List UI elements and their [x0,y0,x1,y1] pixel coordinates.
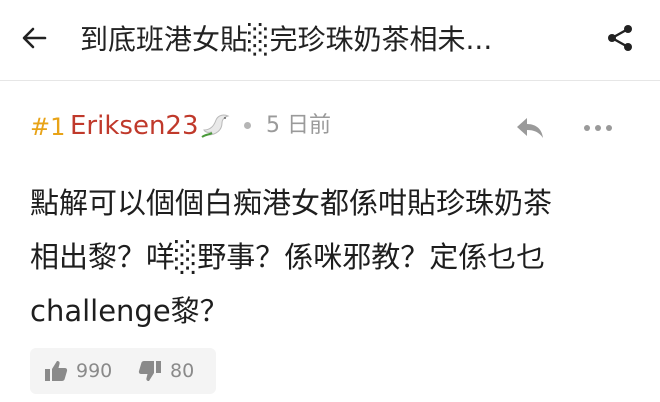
more-button[interactable] [578,110,618,146]
downvote-button[interactable]: 80 [138,354,194,388]
share-button[interactable] [600,18,640,58]
post-time: 5 日前 [266,113,331,138]
back-button[interactable] [14,18,54,58]
reply-icon [517,118,543,138]
share-icon [608,25,632,51]
post-content: 點解可以個個白痴港女都係咁貼珍珠奶茶 相出黎？咩░野事？係咪邪教？定係乜乜 ch… [30,176,630,338]
floor-number: #1 [30,113,66,141]
thumbs-up-icon [45,361,68,381]
post-line: 相出黎？咩░野事？係咪邪教？定係乜乜 [30,240,546,274]
thread-title: 到底班港女貼░完珍珠奶茶相未... [80,23,493,56]
top-bar: 到底班港女貼░完珍珠奶茶相未... [0,0,660,81]
downvote-count: 80 [170,360,195,382]
post-meta: #1 Eriksen23 5 日前 [0,100,660,152]
vote-bar: 990 80 [30,348,216,394]
separator-dot [244,122,251,129]
post-line: 點解可以個個白痴港女都係咁貼珍珠奶茶 [30,186,553,220]
upvote-button[interactable]: 990 [44,354,112,388]
arrow-left-icon [22,27,47,49]
username-link[interactable]: Eriksen23 [70,110,199,142]
thumbs-down-icon [138,361,161,381]
dove-icon [201,114,230,138]
post-line: challenge黎？ [30,294,229,328]
upvote-count: 990 [76,360,113,382]
more-dots-icon [584,125,612,131]
reply-button[interactable] [510,110,550,146]
